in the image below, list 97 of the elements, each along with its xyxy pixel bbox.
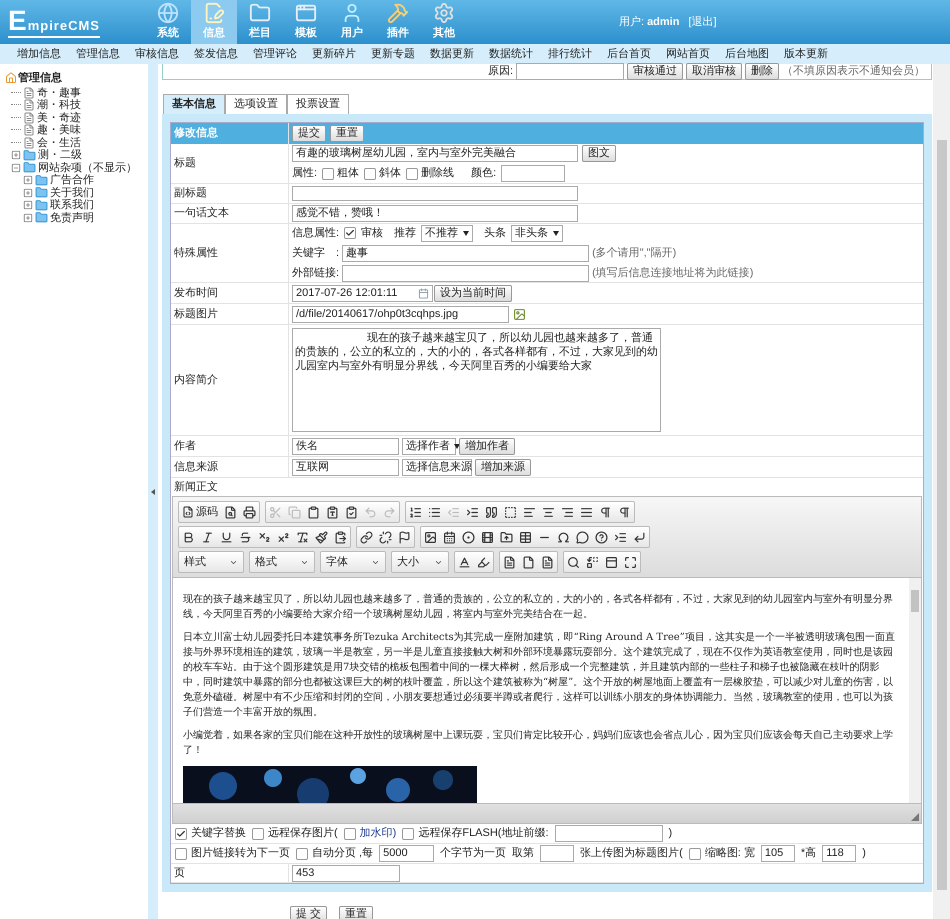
menu-link[interactable]: 版本更新 xyxy=(784,46,828,62)
option-text: 张上传图为标题图片( xyxy=(580,846,683,862)
field-label: 一句话文本 xyxy=(174,206,229,222)
input-field[interactable]: 佚名 xyxy=(292,438,399,454)
menu-link[interactable]: 审核信息 xyxy=(135,46,179,62)
field-label: 内容简介 xyxy=(174,372,218,388)
menu-link[interactable]: 数据更新 xyxy=(430,46,474,62)
field-label: 标题 xyxy=(174,156,196,172)
button[interactable]: 提 交 xyxy=(290,906,328,919)
intro-textarea[interactable]: 现在的孩子越来越宝贝了，所以幼儿园也越来越多了，普通的贵族的，公立的私立的，大的小的，各式各样都有，不过，大家见到的幼儿园室内与室外有明显分界线，今天阿里百秀的小编要给大家 xyxy=(292,328,661,432)
menu-link[interactable]: 后台地图 xyxy=(725,46,769,62)
option-label: 自动分页 ,每 xyxy=(312,846,374,862)
tree-item[interactable]: 测・二级 xyxy=(38,147,82,164)
field-label: 特殊属性 xyxy=(174,246,218,261)
menu-link[interactable]: 管理信息 xyxy=(76,46,120,62)
menu-link[interactable]: 数据统计 xyxy=(489,46,533,62)
option-label: 图片链接转为下一页 xyxy=(191,846,290,862)
option-label: 远程保存FLASH(地址前缀: xyxy=(418,826,549,842)
tree-item[interactable]: 趣・美味 xyxy=(37,122,81,138)
tab[interactable]: 选项设置 xyxy=(225,94,287,114)
option-label: 斜体 xyxy=(379,166,402,182)
button[interactable]: 审核通过 xyxy=(627,63,683,80)
tree-item[interactable]: 免责声明 xyxy=(50,210,94,226)
body-paragraph: 现在的孩子越来越宝贝了，所以幼儿园也越来越多了，普通的贵族的，公立的私立的，大的小的，各式各样都有，不过，大家见到的幼儿园室内与室外有明显分界线，今天阿里百秀的小编要给大家介绍一个玻璃树屋幼儿园，将室内与室外完美结合在一起。 xyxy=(183,592,894,622)
user-label: 用户: xyxy=(619,14,644,30)
button[interactable]: 图文 xyxy=(582,145,616,162)
menu-link[interactable]: 更新专题 xyxy=(371,46,415,62)
field-label: 页 xyxy=(174,866,185,881)
menu-link[interactable]: 更新碎片 xyxy=(312,46,356,62)
input-field[interactable]: 105 xyxy=(760,845,795,862)
option-label: 删除线 xyxy=(421,166,454,182)
option-label: 缩略图: 宽 xyxy=(704,846,755,862)
field-label: 发布时间 xyxy=(174,286,218,301)
field-label: 信息来源 xyxy=(174,460,218,475)
button[interactable]: 增加作者 xyxy=(459,438,515,454)
select-dropdown[interactable]: 选择信息来源 xyxy=(402,458,472,476)
option-label: 审核 xyxy=(361,226,384,241)
option-label: 关键字替换 xyxy=(191,826,246,842)
field-label: 标题图片 xyxy=(174,306,218,322)
tree-root[interactable]: 管理信息 xyxy=(18,70,62,86)
field-label: 新闻正文 xyxy=(174,480,218,495)
button[interactable]: 取消审核 xyxy=(686,63,742,80)
select-dropdown[interactable]: 非头条 xyxy=(511,224,564,242)
field-label: 作者 xyxy=(174,438,196,454)
option-label: 粗体 xyxy=(337,166,360,182)
option-label: 远程保存图片( xyxy=(268,826,338,842)
format-dropdown[interactable]: 样式 xyxy=(178,551,244,573)
title-field[interactable]: 有趣的玻璃树屋幼儿园，室内与室外完美融合 xyxy=(292,145,578,162)
user-name: admin xyxy=(647,14,680,30)
reason-label: 原因: xyxy=(488,64,513,80)
option-text: ) xyxy=(668,826,672,842)
date-field[interactable]: 2017-07-26 12:01:11 xyxy=(292,284,433,302)
button[interactable]: 增加来源 xyxy=(475,458,531,476)
select-dropdown[interactable]: 选择作者 xyxy=(402,438,456,454)
button[interactable]: 重置 xyxy=(330,125,364,142)
body-paragraph: 日本立川富士幼儿园委托日本建筑事务所Tezuka Architects为其完成一座附加建筑，即“Ring Around A Tree”项目，这其实是一个一半被透明玻璃包围一面直接与外界环境相连的建筑，玻璃一半是教室，另一半是儿童直接接触大树和外部环境暴露玩耍部分。这个建筑完成了，现在不仅作为英语教室使用，同时也是该园的校车车站。由于这个圆形建筑是用7块交错的桅板包围着中间的一棵大榉树，然后形成一个完整建筑，并且建筑内部的一些柱子和梯子也被隐藏在枝叶的阴影中，同时建筑中暴露的部分也都被这课巨大的树的枝叶覆盖，所以这个建筑被称为“树屋”。这个开放的树屋地面上覆盖有一层橡胶垫，可以减少对儿童的伤害，以免意外磕碰。树屋中有不少压缩和封闭的空间，小朋友要想通过必须要半蹲或者爬行，这样可以训练小朋友的身体协调能力。当然，玻璃教室的使用，也可以为孩子们营造一个丰富开放的氛围。 xyxy=(183,630,896,720)
hint-text: （不填原因表示不通知会员） xyxy=(782,64,925,80)
input-field[interactable]: 453 xyxy=(292,864,400,882)
select-dropdown[interactable]: 不推荐 xyxy=(421,224,474,242)
button[interactable]: 重置 xyxy=(339,906,374,919)
input-field[interactable]: 5000 xyxy=(379,845,434,862)
menu-link[interactable]: 签发信息 xyxy=(194,46,238,62)
input-field[interactable]: 感觉不错，赞哦！ xyxy=(292,205,578,222)
button[interactable]: 提交 xyxy=(292,125,326,142)
label: 外部链接: xyxy=(292,266,340,281)
menu-link[interactable]: 网站首页 xyxy=(666,46,710,62)
body-paragraph: 小编觉着，如果各家的宝贝们能在这种开放性的玻璃树屋中上课玩耍，宝贝们肯定比较开心，妈妈们应该也会省点儿心，因为宝贝们应该会每天自己主动要求上学了！ xyxy=(183,728,894,758)
option-text: 取第 xyxy=(512,846,534,862)
input-field[interactable]: 互联网 xyxy=(292,458,399,476)
format-dropdown[interactable]: 大小 xyxy=(391,551,449,573)
option-text: ) xyxy=(862,846,866,862)
button[interactable]: 删除 xyxy=(745,63,779,80)
input-field[interactable]: 118 xyxy=(822,845,856,862)
label: 头条 xyxy=(484,226,506,241)
field-label: 副标题 xyxy=(174,186,207,202)
label: 推荐 xyxy=(394,226,416,241)
option-text: 个字节为一页 xyxy=(440,846,506,862)
option-text: *高 xyxy=(800,846,816,862)
hint-text: (多个请用","隔开) xyxy=(592,246,676,261)
label: 信息属性: xyxy=(292,226,340,241)
format-dropdown[interactable]: 字体 xyxy=(320,551,386,573)
tab[interactable]: 投票设置 xyxy=(287,94,349,114)
label: 颜色: xyxy=(471,166,496,182)
logo: EmpireCMS xyxy=(8,6,100,38)
tab[interactable]: 基本信息 xyxy=(163,94,225,114)
menu-link[interactable]: 排行统计 xyxy=(548,46,592,62)
label: 属性: xyxy=(292,166,318,182)
menu-link[interactable]: 后台首页 xyxy=(607,46,651,62)
menu-link[interactable]: 管理评论 xyxy=(253,46,297,62)
button[interactable]: 设为当前时间 xyxy=(434,284,512,302)
form-title: 修改信息 xyxy=(174,126,218,142)
input-field[interactable]: /d/file/20140617/ohp0t3cqhps.jpg xyxy=(292,306,509,322)
hint-text: (填写后信息连接地址将为此链接) xyxy=(592,266,754,281)
input-field[interactable]: 趣事 xyxy=(342,244,590,262)
label: 关键字 : xyxy=(292,246,340,261)
format-dropdown[interactable]: 格式 xyxy=(249,551,315,573)
menu-link[interactable]: 增加信息 xyxy=(17,46,61,62)
